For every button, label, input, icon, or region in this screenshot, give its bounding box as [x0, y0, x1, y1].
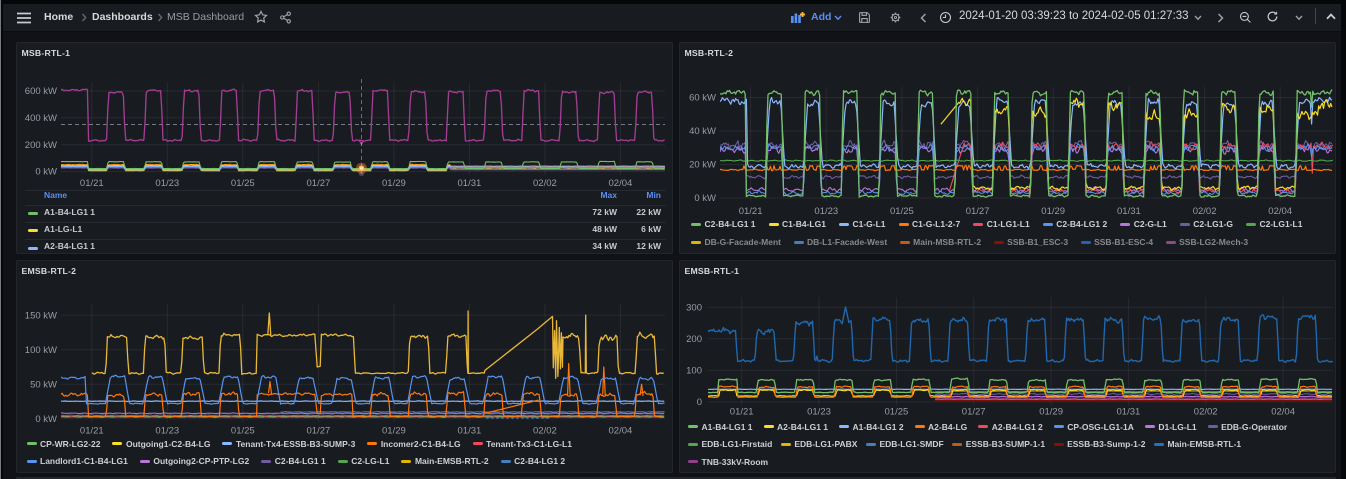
svg-text:01/31: 01/31: [1117, 407, 1141, 418]
svg-text:02/04: 02/04: [1271, 407, 1295, 418]
svg-text:20 kW: 20 kW: [689, 160, 716, 171]
svg-text:01/21: 01/21: [739, 206, 763, 217]
svg-text:01/21: 01/21: [80, 426, 104, 437]
svg-text:01/31: 01/31: [458, 178, 482, 189]
svg-text:01/25: 01/25: [885, 407, 909, 418]
svg-text:0 kW: 0 kW: [35, 167, 57, 178]
svg-text:0 kW: 0 kW: [35, 414, 57, 425]
svg-text:0 kW: 0 kW: [694, 193, 716, 204]
svg-text:01/21: 01/21: [80, 178, 104, 189]
svg-text:01/23: 01/23: [807, 407, 831, 418]
svg-text:01/29: 01/29: [382, 426, 406, 437]
svg-text:600 kW: 600 kW: [25, 86, 57, 97]
svg-text:150 kW: 150 kW: [25, 310, 57, 321]
svg-text:0: 0: [697, 397, 702, 408]
svg-text:01/27: 01/27: [966, 206, 990, 217]
svg-text:60 kW: 60 kW: [689, 93, 716, 104]
svg-text:200: 200: [686, 334, 702, 345]
svg-text:50 kW: 50 kW: [30, 379, 57, 390]
svg-text:01/29: 01/29: [1041, 206, 1065, 217]
svg-text:02/04: 02/04: [1268, 206, 1292, 217]
svg-text:100 kW: 100 kW: [25, 345, 57, 356]
svg-text:02/04: 02/04: [609, 426, 633, 437]
svg-text:01/25: 01/25: [890, 206, 914, 217]
svg-text:01/31: 01/31: [458, 426, 482, 437]
svg-text:02/04: 02/04: [609, 178, 633, 189]
svg-text:01/23: 01/23: [155, 426, 179, 437]
svg-text:01/29: 01/29: [382, 178, 406, 189]
svg-text:02/02: 02/02: [533, 426, 557, 437]
svg-text:01/29: 01/29: [1039, 407, 1063, 418]
svg-text:01/27: 01/27: [307, 426, 331, 437]
svg-text:01/31: 01/31: [1117, 206, 1141, 217]
svg-text:01/27: 01/27: [962, 407, 986, 418]
svg-text:01/25: 01/25: [231, 178, 255, 189]
svg-text:400 kW: 400 kW: [25, 113, 57, 124]
svg-text:02/02: 02/02: [1194, 407, 1218, 418]
svg-text:200 kW: 200 kW: [25, 140, 57, 151]
svg-text:01/27: 01/27: [307, 178, 331, 189]
svg-text:300: 300: [686, 303, 702, 314]
svg-text:02/02: 02/02: [1193, 206, 1217, 217]
svg-text:01/21: 01/21: [730, 407, 754, 418]
svg-text:40 kW: 40 kW: [689, 126, 716, 137]
svg-text:100: 100: [686, 366, 702, 377]
svg-text:02/02: 02/02: [533, 178, 557, 189]
svg-text:01/23: 01/23: [814, 206, 838, 217]
svg-text:01/25: 01/25: [231, 426, 255, 437]
svg-text:01/23: 01/23: [155, 178, 179, 189]
